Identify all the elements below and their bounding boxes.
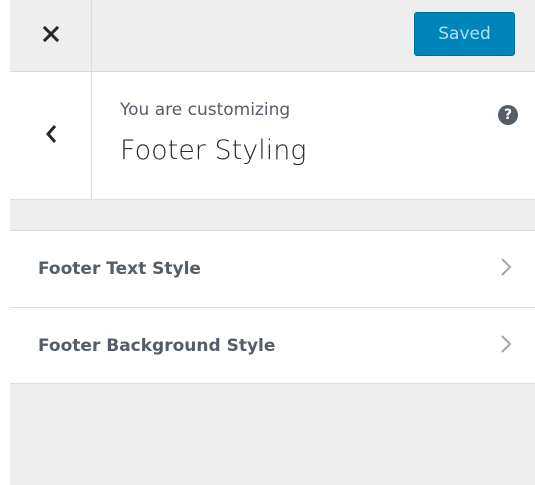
menu-item-label: Footer Text Style <box>38 259 201 279</box>
menu-item-footer-background-style[interactable]: Footer Background Style <box>10 308 535 384</box>
section-title-panel: You are customizing Footer Styling ? <box>10 72 535 200</box>
menu-item-label: Footer Background Style <box>38 335 276 356</box>
close-button[interactable] <box>10 0 92 71</box>
help-button[interactable]: ? <box>498 105 518 125</box>
section-title: Footer Styling <box>120 135 307 166</box>
chevron-right-icon <box>500 256 512 282</box>
close-icon <box>42 25 60 47</box>
save-button[interactable]: Saved <box>414 12 515 56</box>
help-icon: ? <box>503 107 513 123</box>
menu-item-footer-text-style[interactable]: Footer Text Style <box>10 230 535 308</box>
chevron-right-icon <box>500 333 512 359</box>
back-button[interactable] <box>10 72 92 199</box>
customizer-panel: Saved You are customizing Footer Styling… <box>10 0 535 485</box>
chevron-left-icon <box>44 123 58 149</box>
customizing-label: You are customizing <box>120 100 291 120</box>
customizer-header: Saved <box>10 0 535 72</box>
